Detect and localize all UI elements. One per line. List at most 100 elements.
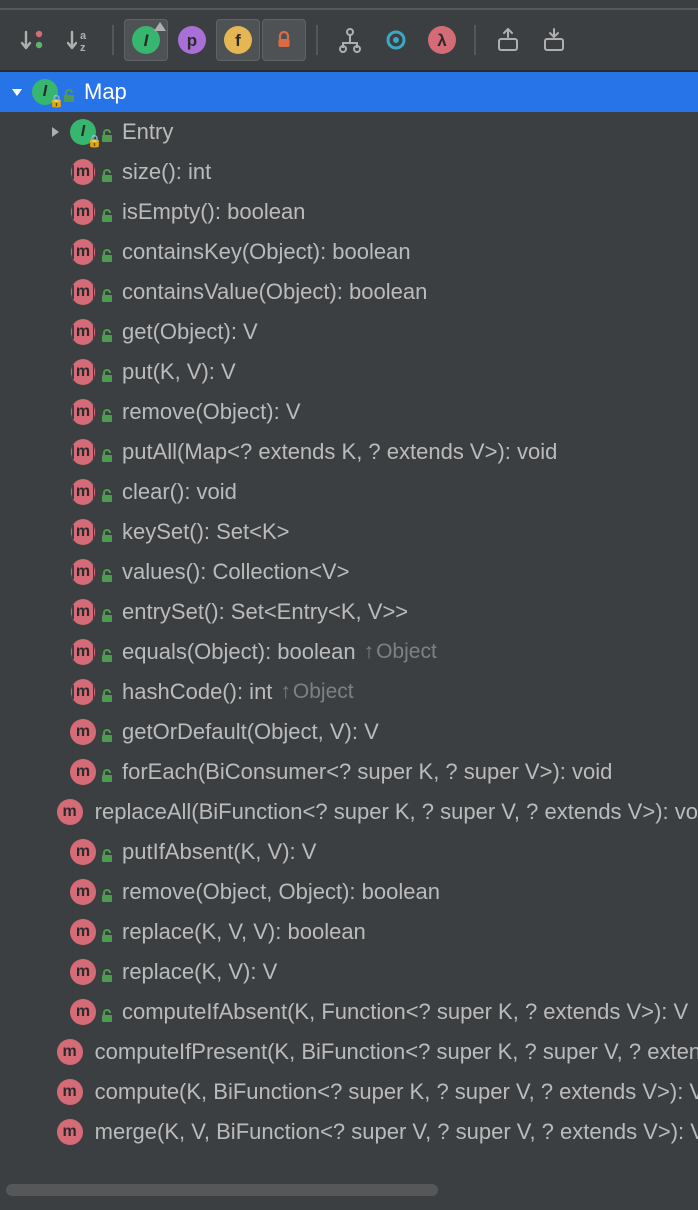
tree-node[interactable]: · m compute(K, BiFunction<? super K, ? s… bbox=[0, 1072, 698, 1112]
method-icon: m bbox=[70, 559, 96, 585]
method-icon: m bbox=[70, 599, 96, 625]
tree-node[interactable]: · m remove(Object, Object): boolean bbox=[0, 872, 698, 912]
show-lambdas-button[interactable]: λ bbox=[420, 19, 464, 61]
method-icon: m bbox=[70, 359, 96, 385]
lock-icon bbox=[270, 26, 298, 54]
node-label: Entry bbox=[122, 119, 173, 145]
node-label: entrySet(): Set<Entry<K, V>> bbox=[122, 599, 408, 625]
show-anonymous-button[interactable] bbox=[374, 19, 418, 61]
scrollbar-thumb[interactable] bbox=[6, 1184, 438, 1196]
toolbar-separator bbox=[474, 25, 476, 55]
method-icon: m bbox=[70, 199, 96, 225]
sort-by-visibility-button[interactable] bbox=[12, 19, 56, 61]
public-visibility-icon bbox=[100, 729, 114, 743]
tree-node[interactable]: · m values(): Collection<V> bbox=[0, 552, 698, 592]
method-icon: m bbox=[70, 919, 96, 945]
caret-right-icon[interactable] bbox=[46, 125, 64, 139]
expand-all-icon bbox=[495, 27, 521, 53]
tree-node[interactable]: · m computeIfPresent(K, BiFunction<? sup… bbox=[0, 1032, 698, 1072]
method-icon: m bbox=[57, 1119, 83, 1145]
tree-node[interactable]: I🔒 Entry bbox=[0, 112, 698, 152]
node-label: equals(Object): boolean bbox=[122, 639, 356, 665]
tree-node-root[interactable]: I🔒 Map bbox=[0, 72, 698, 112]
node-label: keySet(): Set<K> bbox=[122, 519, 290, 545]
node-label: replace(K, V): V bbox=[122, 959, 277, 985]
tree-node[interactable]: · m forEach(BiConsumer<? super K, ? supe… bbox=[0, 752, 698, 792]
tree-node[interactable]: · m containsKey(Object): boolean bbox=[0, 232, 698, 272]
show-nonpublic-button[interactable] bbox=[262, 19, 306, 61]
node-label: get(Object): V bbox=[122, 319, 258, 345]
method-icon: m bbox=[57, 799, 83, 825]
tree-node[interactable]: · m remove(Object): V bbox=[0, 392, 698, 432]
show-interfaces-button[interactable]: I bbox=[124, 19, 168, 61]
method-icon: m bbox=[70, 999, 96, 1025]
tree-node[interactable]: · m putAll(Map<? extends K, ? extends V>… bbox=[0, 432, 698, 472]
method-icon: m bbox=[70, 759, 96, 785]
node-label: remove(Object): V bbox=[122, 399, 301, 425]
tree-node[interactable]: · m merge(K, V, BiFunction<? super V, ? … bbox=[0, 1112, 698, 1152]
interface-icon: I🔒 bbox=[70, 119, 96, 145]
tree-node[interactable]: · m getOrDefault(Object, V): V bbox=[0, 712, 698, 752]
collapse-all-button[interactable] bbox=[532, 19, 576, 61]
public-visibility-icon bbox=[100, 569, 114, 583]
interface-icon: I🔒 bbox=[32, 79, 58, 105]
toolbar: a z I p f bbox=[0, 8, 698, 72]
tree-node[interactable]: · m hashCode(): int ↑Object bbox=[0, 672, 698, 712]
tree-node[interactable]: · m keySet(): Set<K> bbox=[0, 512, 698, 552]
tree-node[interactable]: · m isEmpty(): boolean bbox=[0, 192, 698, 232]
sort-alphabetically-button[interactable]: a z bbox=[58, 19, 102, 61]
method-icon: m bbox=[70, 679, 96, 705]
public-visibility-icon bbox=[100, 1009, 114, 1023]
tree-node[interactable]: · m containsValue(Object): boolean bbox=[0, 272, 698, 312]
method-icon: m bbox=[70, 839, 96, 865]
public-visibility-icon bbox=[100, 209, 114, 223]
tree-node[interactable]: · m get(Object): V bbox=[0, 312, 698, 352]
public-visibility-icon bbox=[100, 889, 114, 903]
collapse-all-icon bbox=[541, 27, 567, 53]
show-properties-button[interactable]: p bbox=[170, 19, 214, 61]
node-label: containsKey(Object): boolean bbox=[122, 239, 411, 265]
caret-down-icon[interactable] bbox=[8, 85, 26, 99]
method-icon: m bbox=[70, 719, 96, 745]
tree-node[interactable]: · m replace(K, V, V): boolean bbox=[0, 912, 698, 952]
method-icon: m bbox=[70, 879, 96, 905]
tree-node[interactable]: · m equals(Object): boolean ↑Object bbox=[0, 632, 698, 672]
node-label: containsValue(Object): boolean bbox=[122, 279, 427, 305]
node-label: forEach(BiConsumer<? super K, ? super V>… bbox=[122, 759, 612, 785]
structure-tree[interactable]: I🔒 Map I🔒 Entry · m size(): int · m isEm… bbox=[0, 72, 698, 1174]
anonymous-icon bbox=[383, 27, 409, 53]
tree-node[interactable]: · m replaceAll(BiFunction<? super K, ? s… bbox=[0, 792, 698, 832]
sort-alpha-icon: a z bbox=[66, 26, 94, 54]
public-visibility-icon bbox=[100, 969, 114, 983]
public-visibility-icon bbox=[100, 849, 114, 863]
public-visibility-icon bbox=[100, 489, 114, 503]
method-icon: m bbox=[70, 239, 96, 265]
node-label: compute(K, BiFunction<? super K, ? super… bbox=[95, 1079, 698, 1105]
method-icon: m bbox=[57, 1079, 83, 1105]
tree-node[interactable]: · m clear(): void bbox=[0, 472, 698, 512]
public-visibility-icon bbox=[100, 529, 114, 543]
public-visibility-icon bbox=[100, 409, 114, 423]
expand-all-button[interactable] bbox=[486, 19, 530, 61]
public-visibility-icon bbox=[100, 769, 114, 783]
interface-icon: I bbox=[132, 26, 160, 54]
tree-node[interactable]: · m entrySet(): Set<Entry<K, V>> bbox=[0, 592, 698, 632]
origin-label: ↑Object bbox=[364, 640, 437, 664]
show-inherited-button[interactable] bbox=[328, 19, 372, 61]
horizontal-scrollbar[interactable] bbox=[6, 1182, 692, 1198]
field-icon: f bbox=[224, 26, 252, 54]
public-visibility-icon bbox=[100, 609, 114, 623]
tree-node[interactable]: · m computeIfAbsent(K, Function<? super … bbox=[0, 992, 698, 1032]
tree-node[interactable]: · m size(): int bbox=[0, 152, 698, 192]
toolbar-separator bbox=[112, 25, 114, 55]
node-label: replaceAll(BiFunction<? super K, ? super… bbox=[95, 799, 698, 825]
node-label: clear(): void bbox=[122, 479, 237, 505]
node-label: computeIfPresent(K, BiFunction<? super K… bbox=[95, 1039, 698, 1065]
tree-node[interactable]: · m putIfAbsent(K, V): V bbox=[0, 832, 698, 872]
node-label: replace(K, V, V): boolean bbox=[122, 919, 366, 945]
public-visibility-icon bbox=[100, 329, 114, 343]
lambda-icon: λ bbox=[428, 26, 456, 54]
show-fields-button[interactable]: f bbox=[216, 19, 260, 61]
tree-node[interactable]: · m put(K, V): V bbox=[0, 352, 698, 392]
tree-node[interactable]: · m replace(K, V): V bbox=[0, 952, 698, 992]
